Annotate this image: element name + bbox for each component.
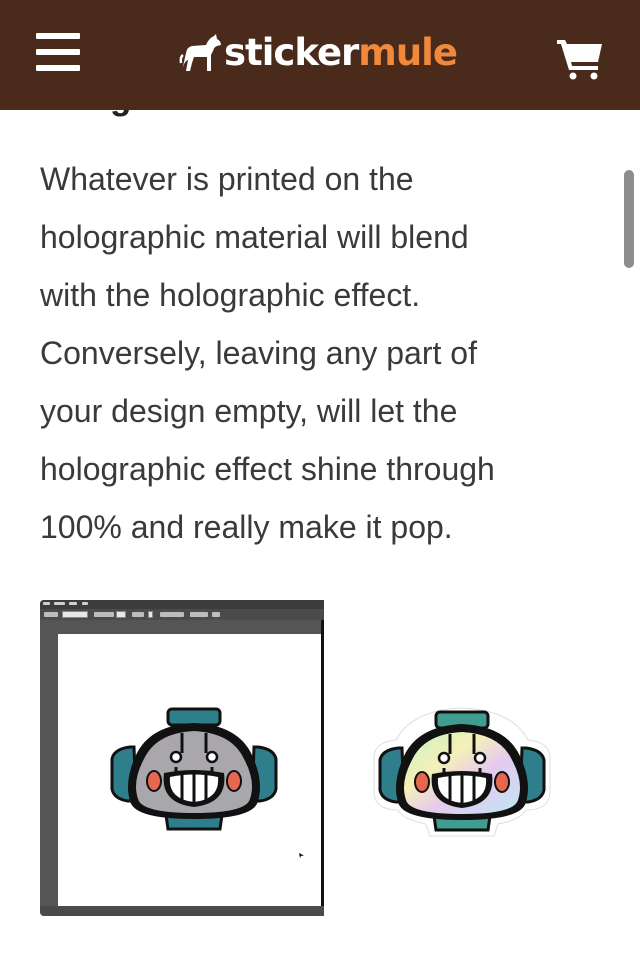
paragraph-line: with the holographic effect. xyxy=(40,277,421,313)
article-paragraph: Whatever is printed on the holographic m… xyxy=(40,150,600,556)
holographic-sticker-icon xyxy=(373,707,551,837)
logo-text-mule: mule xyxy=(358,31,458,74)
page-scrollbar[interactable] xyxy=(622,168,636,270)
paragraph-line: 100% and really make it pop. xyxy=(40,509,453,545)
canvas-edge xyxy=(321,620,324,916)
paragraph-line: Whatever is printed on the xyxy=(40,161,414,197)
paragraph-line: your design empty, will let the xyxy=(40,393,458,429)
logo-text-sticker: sticker xyxy=(224,31,359,74)
paragraph-line: holographic material will blend xyxy=(40,219,469,255)
mule-logo-icon xyxy=(179,34,221,71)
editor-menubar xyxy=(40,600,324,609)
editor-toolbar xyxy=(40,609,324,620)
editor-statusbar xyxy=(40,906,324,916)
shopping-cart-icon[interactable] xyxy=(556,36,604,80)
stickermule-logo[interactable]: stickermule xyxy=(178,28,458,78)
hamburger-menu-icon[interactable] xyxy=(36,33,82,73)
paragraph-line: holographic effect shine through xyxy=(40,451,495,487)
cursor-icon xyxy=(299,853,304,858)
robot-artwork-icon xyxy=(110,707,278,831)
paragraph-line: Conversely, leaving any part of xyxy=(40,335,477,371)
site-header: stickermule xyxy=(0,0,640,110)
